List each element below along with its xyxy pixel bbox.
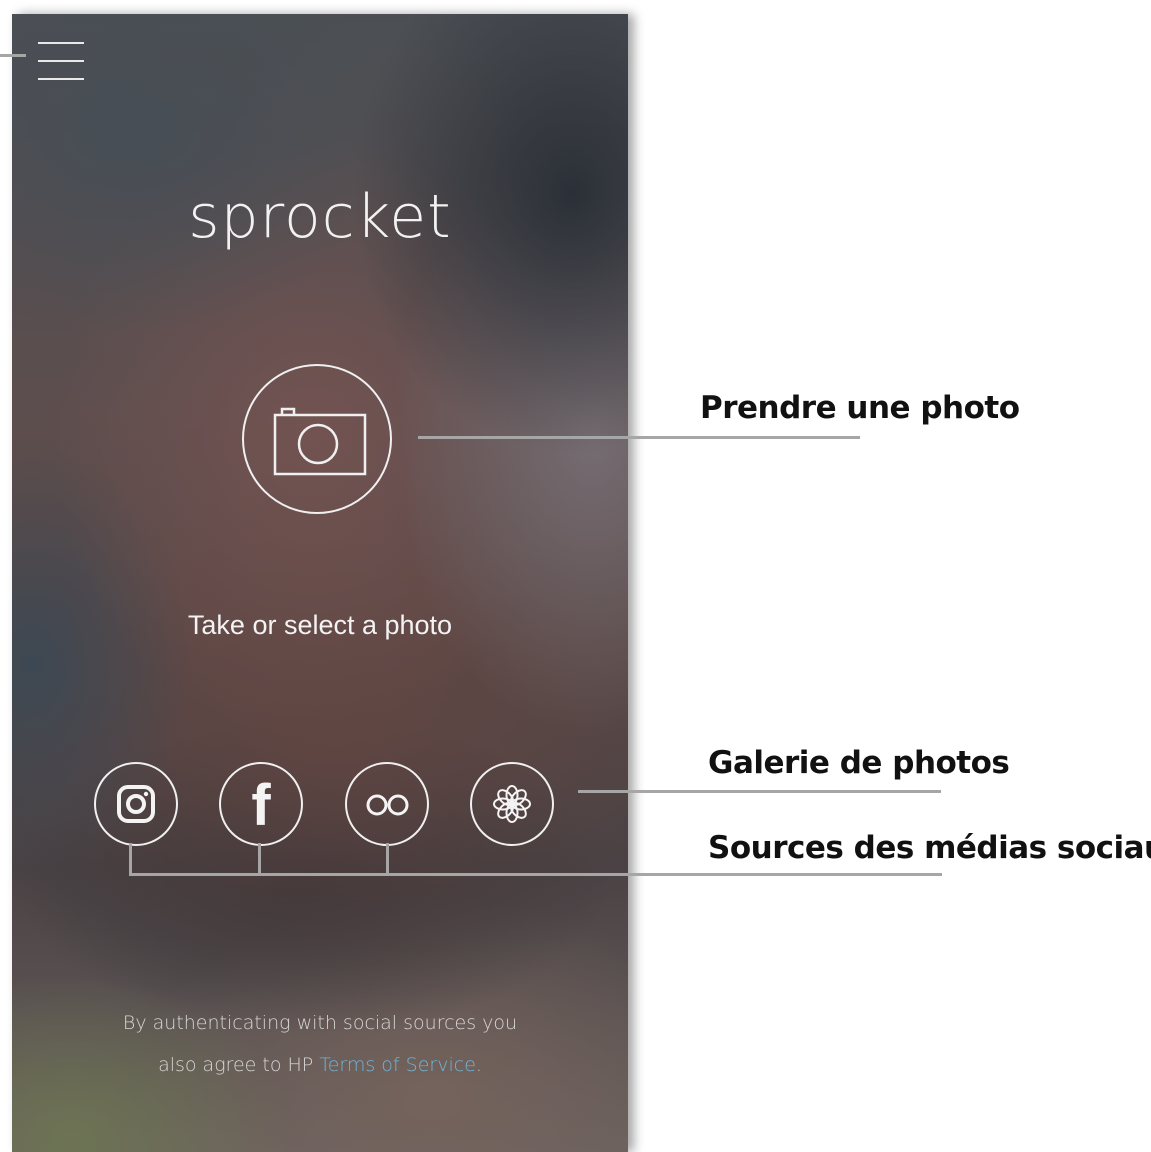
social-sources-leader-line: [129, 873, 942, 876]
instagram-icon: [117, 785, 155, 823]
flickr-button[interactable]: [345, 762, 429, 846]
take-photo-leader-line: [418, 436, 860, 439]
social-sources-callout: Sources des médias sociaux: [708, 830, 1151, 866]
flower-icon: [493, 785, 531, 823]
photo-gallery-button[interactable]: [470, 762, 554, 846]
legal-notice: By authenticating with social sources yo…: [12, 1002, 628, 1086]
legal-line-2-prefix: also agree to HP: [158, 1054, 320, 1076]
facebook-button[interactable]: f: [219, 762, 303, 846]
facebook-icon: f: [251, 773, 271, 838]
flickr-icon: [366, 794, 409, 816]
camera-icon: [273, 407, 367, 476]
gallery-callout: Galerie de photos: [708, 745, 1010, 781]
terms-of-service-link[interactable]: Terms of Service: [319, 1054, 476, 1076]
legal-line-2-suffix: .: [475, 1054, 482, 1076]
legal-line-1: By authenticating with social sources yo…: [122, 1012, 518, 1034]
annotated-screenshot: sprocket Take or select a photo f By aut…: [0, 0, 1151, 1152]
flickr-tick-line: [386, 843, 389, 876]
facebook-tick-line: [258, 843, 261, 876]
take-photo-callout: Prendre une photo: [700, 390, 1020, 426]
phone-screen: sprocket Take or select a photo f By aut…: [12, 14, 628, 1152]
instagram-button[interactable]: [94, 762, 178, 846]
menu-icon[interactable]: [38, 40, 84, 82]
app-title: sprocket: [188, 182, 452, 252]
menu-leader-line: [0, 54, 26, 57]
take-photo-button[interactable]: [242, 364, 392, 514]
legal-line-2: also agree to HP Terms of Service.: [12, 1044, 628, 1086]
take-photo-prompt: Take or select a photo: [187, 610, 453, 640]
gallery-leader-line: [578, 790, 941, 793]
instagram-tick-line: [129, 843, 132, 876]
